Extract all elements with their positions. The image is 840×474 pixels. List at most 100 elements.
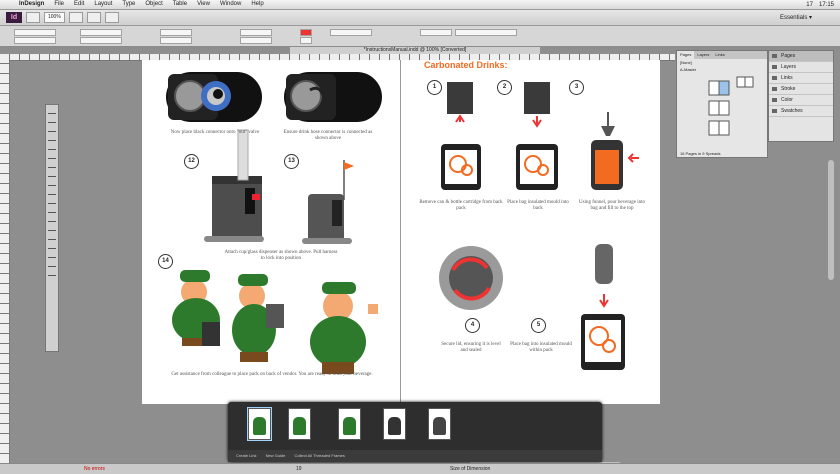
menu-app-name[interactable]: InDesign — [14, 0, 49, 9]
layers-icon — [772, 65, 777, 69]
x-field[interactable] — [14, 29, 56, 36]
lid-illustration — [439, 246, 503, 310]
view-options-button[interactable] — [68, 12, 83, 23]
workspace-switcher[interactable]: Essentials ▾ — [780, 14, 812, 21]
free-transform-tool-icon[interactable] — [48, 207, 56, 213]
dock-item-links[interactable]: Links — [769, 73, 833, 84]
dock-item-stroke[interactable]: Stroke — [769, 84, 833, 95]
menu-help[interactable]: Help — [246, 0, 268, 9]
scale-y-field[interactable] — [160, 37, 192, 44]
pencil-tool-icon[interactable] — [48, 171, 56, 177]
master-none[interactable]: [None] — [677, 59, 767, 66]
stroke-weight-field[interactable] — [330, 29, 372, 36]
rectangle-frame-tool-icon[interactable] — [48, 180, 56, 186]
pages-panel: Pages Layers Links [None] A-Master 16 Pa… — [676, 50, 768, 158]
stroke-icon — [772, 87, 777, 91]
gap-tool-icon[interactable] — [48, 135, 56, 141]
thumbnail-2[interactable] — [288, 408, 311, 440]
gradient-tool-icon[interactable] — [48, 216, 56, 222]
tools-panel — [45, 104, 59, 352]
links-icon — [772, 76, 777, 80]
zoom-tool-icon[interactable] — [48, 252, 56, 258]
thumbnail-strip: Create Link New Guide Collect All Thread… — [228, 402, 602, 462]
fill-swatch[interactable] — [300, 29, 312, 36]
hand-tool-icon[interactable] — [48, 243, 56, 249]
page-tool-icon[interactable] — [48, 126, 56, 132]
thumbnail-5[interactable] — [428, 408, 451, 440]
fill-stroke-icon[interactable] — [48, 261, 56, 267]
vendor-illustration-1 — [172, 270, 220, 346]
right-page: 1 2 3 4 5 Remove can & bottle cartridge … — [401, 60, 660, 404]
height-field[interactable] — [80, 37, 122, 44]
status-bar: No errors 19 Size of Dimension — [0, 463, 840, 474]
screen-mode-button[interactable] — [86, 12, 101, 23]
create-link-option[interactable]: Create Link — [236, 453, 256, 458]
note-tool-icon[interactable] — [48, 225, 56, 231]
dock-item-pages[interactable]: Pages — [769, 51, 833, 62]
bag-into-pack-illustration — [581, 244, 625, 370]
direct-selection-tool-icon[interactable] — [48, 117, 56, 123]
document-tab[interactable]: *InstructionsManual.indd @ 100% [Convert… — [290, 47, 540, 54]
eyedropper-tool-icon[interactable] — [48, 234, 56, 240]
menu-object[interactable]: Object — [140, 0, 167, 9]
stroke-swatch[interactable] — [300, 37, 312, 44]
page-thumbnails — [708, 76, 754, 136]
scale-x-field[interactable] — [160, 29, 192, 36]
line-tool-icon[interactable] — [48, 153, 56, 159]
type-tool-icon[interactable] — [48, 144, 56, 150]
vertical-scrollbar[interactable] — [828, 160, 834, 280]
vertical-ruler — [0, 54, 10, 464]
bridge-button[interactable] — [26, 12, 40, 23]
rotate-field[interactable] — [240, 29, 272, 36]
opacity-field[interactable] — [420, 29, 452, 36]
arrange-documents-button[interactable] — [104, 12, 119, 23]
tab-pages[interactable]: Pages — [677, 51, 695, 59]
menu-view[interactable]: View — [192, 0, 215, 9]
step-number-2: 2 — [497, 80, 512, 95]
connector-illustration-1 — [166, 72, 262, 122]
step-number-13: 13 — [284, 154, 299, 169]
menu-edit[interactable]: Edit — [69, 0, 89, 9]
funnel-pour-illustration — [591, 112, 639, 190]
step-number-12: 12 — [184, 154, 199, 169]
step-number-14: 14 — [158, 254, 173, 269]
carbonated-drinks-heading: Carbonated Drinks: — [424, 60, 508, 70]
dock-item-layers[interactable]: Layers — [769, 62, 833, 73]
pages-panel-footer: 16 Pages in 9 Spreads — [680, 151, 721, 156]
menu-file[interactable]: File — [49, 0, 69, 9]
connector-illustration-2 — [284, 72, 382, 122]
vendor-illustration-2 — [232, 274, 284, 362]
dock-item-swatches[interactable]: Swatches — [769, 106, 833, 117]
menu-type[interactable]: Type — [117, 0, 140, 9]
thumbnail-4[interactable] — [383, 408, 406, 440]
object-style-select[interactable] — [455, 29, 517, 36]
pen-tool-icon[interactable] — [48, 162, 56, 168]
caption-hose-connected: Ensure drink hose connector is connected… — [283, 130, 373, 141]
left-page-illustrations — [166, 72, 382, 374]
dock-item-color[interactable]: Color — [769, 95, 833, 106]
tab-layers[interactable]: Layers — [694, 51, 712, 59]
master-a[interactable]: A-Master — [677, 66, 767, 73]
swatches-icon — [772, 109, 777, 113]
y-field[interactable] — [14, 37, 56, 44]
thumbnail-1[interactable] — [247, 407, 272, 441]
new-guide-option[interactable]: New Guide — [266, 453, 286, 458]
zoom-select[interactable]: 100% — [44, 12, 65, 23]
tab-links[interactable]: Links — [712, 51, 727, 59]
menu-layout[interactable]: Layout — [89, 0, 117, 9]
menu-window[interactable]: Window — [215, 0, 246, 9]
menubar-clock: 17:15 — [818, 1, 834, 8]
selection-tool-icon[interactable] — [48, 108, 56, 114]
mac-menubar: InDesign File Edit Layout Type Object Ta… — [0, 0, 840, 10]
rectangle-tool-icon[interactable] — [48, 189, 56, 195]
collect-frames-option[interactable]: Collect All Threaded Frames — [295, 453, 345, 458]
width-field[interactable] — [80, 29, 122, 36]
step-number-4: 4 — [465, 318, 480, 333]
scissors-tool-icon[interactable] — [48, 198, 56, 204]
cartridge-removal-illustration — [441, 82, 481, 190]
screen-mode-icon[interactable] — [48, 270, 56, 276]
menu-table[interactable]: Table — [168, 0, 192, 9]
shear-field[interactable] — [240, 37, 272, 44]
thumbnail-3[interactable] — [338, 408, 361, 440]
application-bar: Id 100% Essentials ▾ — [0, 10, 840, 26]
